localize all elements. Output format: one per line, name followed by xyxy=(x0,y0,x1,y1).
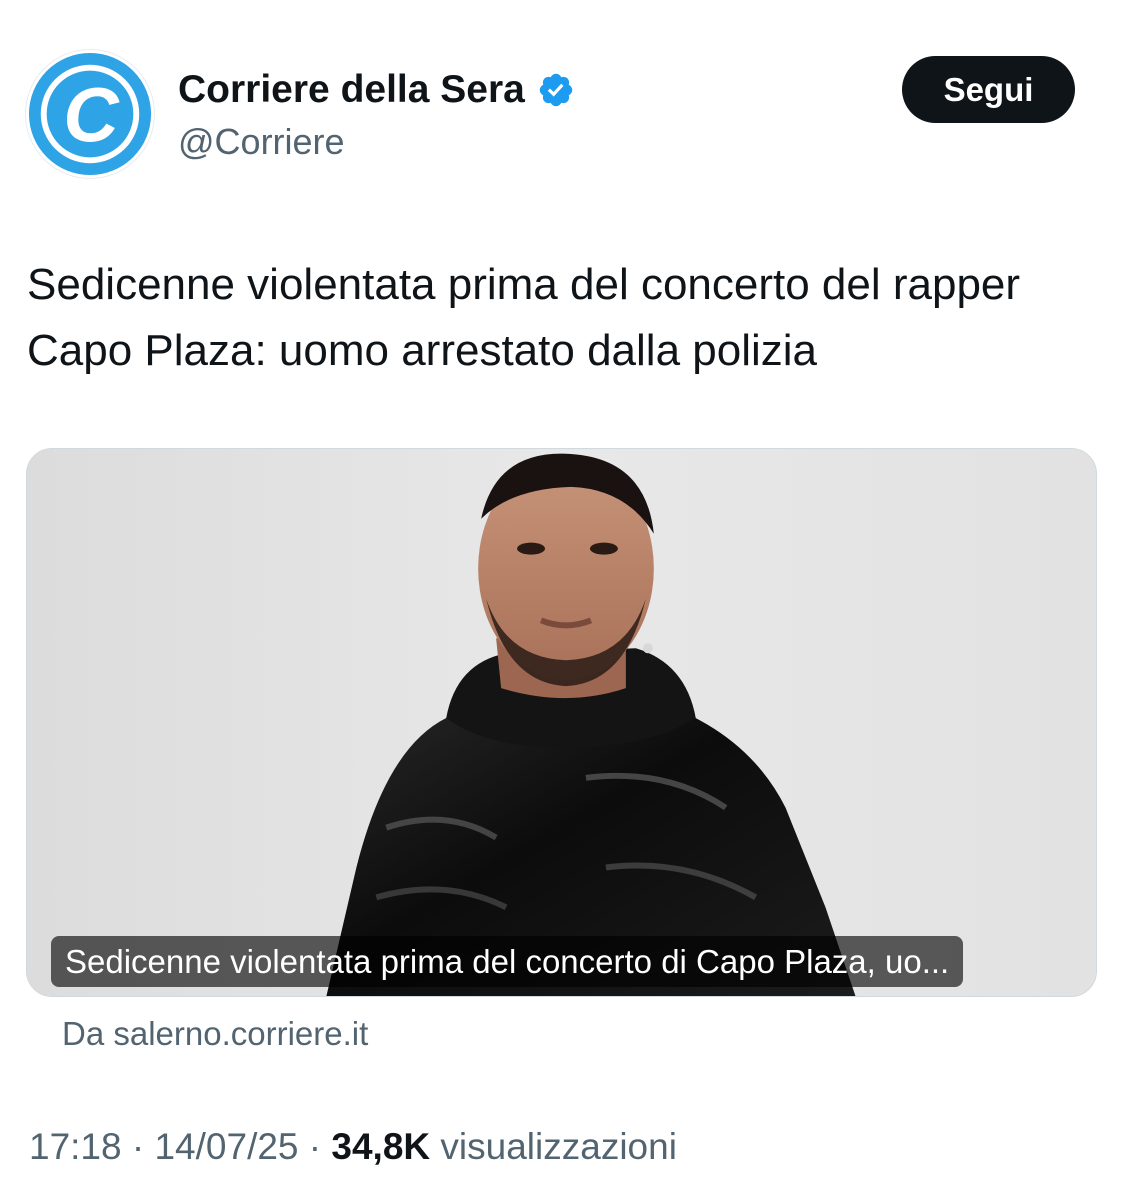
tweet-time[interactable]: 17:18 xyxy=(29,1126,122,1167)
link-card[interactable]: Sedicenne violentata prima del concerto … xyxy=(26,448,1097,997)
tweet-text: Sedicenne violentata prima del concerto … xyxy=(27,260,1021,375)
account-handle[interactable]: @Corriere xyxy=(178,120,345,164)
meta-separator: · xyxy=(298,1126,332,1167)
link-card-caption: Sedicenne violentata prima del concerto … xyxy=(51,936,964,987)
tweet-meta: 17:18 · 14/07/25 · 34,8K visualizzazioni xyxy=(29,1124,677,1170)
views-label: visualizzazioni xyxy=(440,1126,677,1167)
views-count: 34,8K xyxy=(331,1126,431,1167)
corriere-logo-icon: C xyxy=(28,52,152,176)
account-name-label: Corriere della Sera xyxy=(178,68,525,111)
account-name[interactable]: Corriere della Sera xyxy=(178,66,575,114)
follow-button[interactable]: Segui xyxy=(902,56,1075,123)
avatar-letter: C xyxy=(63,73,120,159)
verified-badge-icon xyxy=(537,71,575,109)
article-photo xyxy=(27,449,1096,996)
account-avatar[interactable]: C xyxy=(25,49,155,179)
link-card-source[interactable]: Da salerno.corriere.it xyxy=(62,1012,368,1056)
meta-separator: · xyxy=(121,1126,155,1167)
tweet-date[interactable]: 14/07/25 xyxy=(154,1126,298,1167)
